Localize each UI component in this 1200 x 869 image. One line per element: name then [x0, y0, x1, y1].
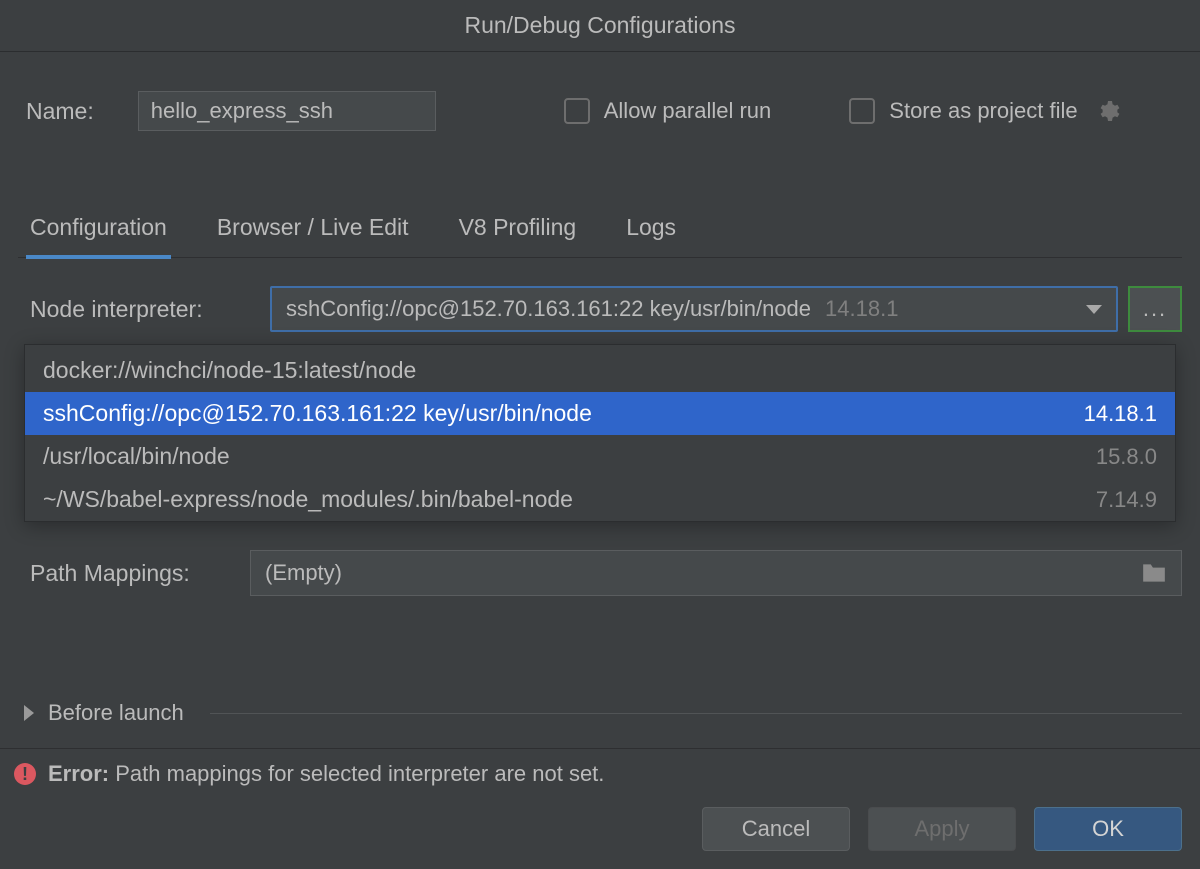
name-label: Name:	[26, 98, 94, 125]
triangle-right-icon	[24, 705, 34, 721]
separator	[210, 713, 1182, 714]
interpreter-option-version: 14.18.1	[1084, 401, 1157, 427]
node-interpreter-row: Node interpreter: sshConfig://opc@152.70…	[18, 286, 1182, 332]
interpreter-option[interactable]: ~/WS/babel-express/node_modules/.bin/bab…	[25, 478, 1175, 521]
interpreter-option-version: 7.14.9	[1096, 487, 1157, 513]
path-mappings-label: Path Mappings:	[30, 560, 230, 587]
cancel-button[interactable]: Cancel	[702, 807, 850, 851]
node-interpreter-label: Node interpreter:	[30, 296, 250, 323]
allow-parallel-checkbox[interactable]: Allow parallel run	[564, 98, 772, 124]
folder-icon[interactable]	[1141, 562, 1167, 584]
node-interpreter-select[interactable]: sshConfig://opc@152.70.163.161:22 key/us…	[270, 286, 1118, 332]
dialog-title-text: Run/Debug Configurations	[464, 12, 735, 39]
tab-v8-profiling[interactable]: V8 Profiling	[455, 214, 581, 257]
error-text: Error: Path mappings for selected interp…	[48, 761, 604, 787]
path-mappings-value: (Empty)	[265, 560, 342, 586]
gear-icon[interactable]	[1096, 99, 1120, 123]
store-project-file-checkbox[interactable]: Store as project file	[849, 98, 1119, 124]
allow-parallel-label: Allow parallel run	[604, 98, 772, 124]
top-form-row: Name: Allow parallel run Store as projec…	[18, 52, 1182, 142]
config-tabs: Configuration Browser / Live Edit V8 Pro…	[18, 214, 1182, 258]
dialog-title: Run/Debug Configurations	[0, 0, 1200, 52]
store-project-file-label: Store as project file	[889, 98, 1077, 124]
interpreter-dropdown: docker://winchci/node-15:latest/node ssh…	[24, 344, 1176, 522]
tab-browser-live-edit[interactable]: Browser / Live Edit	[213, 214, 413, 257]
before-launch-section[interactable]: Before launch	[18, 700, 1182, 726]
name-input[interactable]	[138, 91, 436, 131]
node-interpreter-version: 14.18.1	[825, 296, 898, 322]
interpreter-option[interactable]: docker://winchci/node-15:latest/node	[25, 349, 1175, 392]
node-interpreter-value: sshConfig://opc@152.70.163.161:22 key/us…	[286, 296, 811, 322]
interpreter-option-path: ~/WS/babel-express/node_modules/.bin/bab…	[43, 486, 573, 513]
before-launch-label: Before launch	[48, 700, 184, 726]
browse-interpreter-button[interactable]: ...	[1128, 286, 1182, 332]
interpreter-option-version: 15.8.0	[1096, 444, 1157, 470]
checkbox-icon	[849, 98, 875, 124]
ok-button[interactable]: OK	[1034, 807, 1182, 851]
error-message: Path mappings for selected interpreter a…	[115, 761, 604, 786]
apply-button[interactable]: Apply	[868, 807, 1016, 851]
dialog-buttons: Cancel Apply OK	[702, 807, 1182, 851]
tab-logs[interactable]: Logs	[622, 214, 680, 257]
interpreter-option[interactable]: /usr/local/bin/node 15.8.0	[25, 435, 1175, 478]
path-mappings-input[interactable]: (Empty)	[250, 550, 1182, 596]
error-bar: ! Error: Path mappings for selected inte…	[0, 748, 1200, 787]
path-mappings-row: Path Mappings: (Empty)	[18, 550, 1182, 596]
interpreter-option-path: sshConfig://opc@152.70.163.161:22 key/us…	[43, 400, 592, 427]
error-icon: !	[14, 763, 36, 785]
interpreter-option-path: docker://winchci/node-15:latest/node	[43, 357, 416, 384]
error-prefix: Error:	[48, 761, 109, 786]
interpreter-option[interactable]: sshConfig://opc@152.70.163.161:22 key/us…	[25, 392, 1175, 435]
interpreter-option-path: /usr/local/bin/node	[43, 443, 230, 470]
checkbox-icon	[564, 98, 590, 124]
tab-configuration[interactable]: Configuration	[26, 214, 171, 259]
chevron-down-icon	[1086, 305, 1102, 314]
